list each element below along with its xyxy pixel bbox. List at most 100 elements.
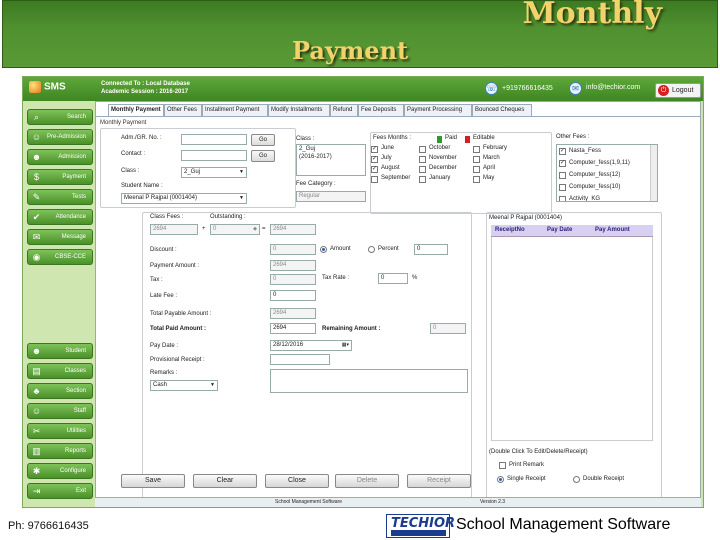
tab-monthly-payment[interactable]: Monthly Payment <box>108 104 164 116</box>
adm-label: Adm./GR. No. : <box>121 135 162 141</box>
month-checkbox[interactable] <box>473 156 480 163</box>
receipt-button[interactable]: Receipt <box>407 474 471 488</box>
amount-radio[interactable] <box>320 246 327 253</box>
pay-date-picker[interactable]: 28/12/2016 ▦▾ <box>270 340 352 351</box>
student-select[interactable]: Meenal P Rajpal (0001404) ▼ <box>121 193 247 204</box>
provisional-input[interactable] <box>270 354 330 365</box>
payment-mode-value: Cash <box>153 382 168 388</box>
month-checkbox[interactable] <box>371 176 378 183</box>
print-remark-label: Print Remark <box>509 462 545 468</box>
close-button[interactable]: Close <box>265 474 329 488</box>
tab-bounced-cheques[interactable]: Bounced Cheques <box>472 104 532 116</box>
month-checkbox[interactable]: ✓ <box>371 156 378 163</box>
col-receipt-no[interactable]: ReceiptNo <box>495 227 525 233</box>
adm-no-input[interactable] <box>181 134 247 145</box>
month-checkbox[interactable] <box>419 156 426 163</box>
other-fee-checkbox[interactable]: ✓ <box>559 160 566 167</box>
sidebar-item-search[interactable]: ⌕ Search <box>27 109 93 125</box>
sidebar-item-payment[interactable]: $ Payment <box>27 169 93 185</box>
tab-divider <box>96 116 700 117</box>
remaining-input[interactable]: 0 <box>430 323 466 334</box>
other-fee-checkbox[interactable] <box>559 196 566 201</box>
sidebar-item-label: Search <box>66 114 86 120</box>
logout-button[interactable]: ⏻ Logout <box>655 83 701 98</box>
class-fees-input[interactable]: 2694 <box>150 224 198 235</box>
sidebar-item-pre-admission[interactable]: ☺ Pre-Admission <box>27 129 93 145</box>
techior-logo: TECHIOR <box>386 514 455 538</box>
month-checkbox[interactable] <box>419 166 426 173</box>
percent-radio[interactable] <box>368 246 375 253</box>
month-checkbox[interactable] <box>473 146 480 153</box>
col-pay-date[interactable]: Pay Date <box>547 227 572 233</box>
month-label: February <box>483 145 508 151</box>
double-receipt-radio[interactable] <box>573 476 580 483</box>
sidebar-item-reports[interactable]: ▥ Reports <box>27 443 93 459</box>
sidebar-item-section[interactable]: ♣ Section <box>27 383 93 399</box>
class-list-item[interactable]: 2_Guj <box>299 145 365 153</box>
month-checkbox[interactable] <box>419 176 426 183</box>
print-remark-checkbox[interactable] <box>499 462 506 469</box>
delete-button[interactable]: Delete <box>335 474 399 488</box>
sidebar-item-tests[interactable]: ✎ Tests <box>27 189 93 205</box>
contact-go-button[interactable]: Go <box>251 150 275 162</box>
chevron-down-icon: ▼ <box>239 169 244 175</box>
month-checkbox[interactable] <box>473 176 480 183</box>
tab-installment-payment[interactable]: Installment Payment <box>202 104 268 116</box>
header-phone: +919766616435 <box>502 85 553 92</box>
month-checkbox[interactable]: ✓ <box>371 146 378 153</box>
other-fee-checkbox[interactable]: ✓ <box>559 148 566 155</box>
fee-category-input[interactable]: Regular <box>296 191 366 202</box>
tax-rate-input[interactable]: 0 <box>378 273 408 284</box>
month-checkbox[interactable] <box>419 146 426 153</box>
sidebar-item-student[interactable]: ☻ Student <box>27 343 93 359</box>
exit-icon: ⇥ <box>32 486 41 496</box>
other-fee-label: Computer_fess(1,9,11) <box>569 160 630 166</box>
payment-amount-input[interactable]: 2694 <box>270 260 316 271</box>
outstanding-input[interactable]: 0 ◆ <box>210 224 260 235</box>
total-paid-input[interactable]: 2694 <box>270 323 316 334</box>
save-button[interactable]: Save <box>121 474 185 488</box>
discount-value-input[interactable]: 0 <box>414 244 448 255</box>
tab-other-fees[interactable]: Other Fees <box>164 104 202 116</box>
other-fee-checkbox[interactable] <box>559 172 566 179</box>
total-payable-input[interactable]: 2694 <box>270 308 316 319</box>
total-input[interactable]: 2694 <box>270 224 316 235</box>
sidebar-item-staff[interactable]: ☺ Staff <box>27 403 93 419</box>
sidebar-item-message[interactable]: ✉ Message <box>27 229 93 245</box>
class-select[interactable]: 2_Guj ▼ <box>181 167 247 178</box>
sidebar-item-exit[interactable]: ⇥ Exit <box>27 483 93 499</box>
single-receipt-radio[interactable] <box>497 476 504 483</box>
tab-fee-deposits[interactable]: Fee Deposits <box>358 104 404 116</box>
remarks-textarea[interactable] <box>270 369 468 393</box>
power-icon: ⏻ <box>658 85 669 96</box>
payment-mode-select[interactable]: Cash ▼ <box>150 380 218 391</box>
other-fees-list[interactable]: ✓ Nasta_Fess ✓ Computer_fess(1,9,11) Compute… <box>556 144 658 202</box>
month-checkbox[interactable]: ✓ <box>371 166 378 173</box>
sidebar-item-label: Message <box>61 234 86 240</box>
other-fees-scrollbar[interactable] <box>650 145 657 201</box>
tab-refund[interactable]: Refund <box>330 104 358 116</box>
month-checkbox[interactable] <box>473 166 480 173</box>
receipts-grid-body[interactable] <box>491 237 653 441</box>
sidebar-item-label: Attendance <box>55 214 86 220</box>
clear-button[interactable]: Clear <box>193 474 257 488</box>
tab-payment-processing[interactable]: Payment Processing <box>404 104 472 116</box>
sidebar-item-cbse-cce[interactable]: ◉ CBSE-CCE <box>27 249 93 265</box>
sidebar-item-utilities[interactable]: ✂ Utilities <box>27 423 93 439</box>
other-fee-label: Activity_KG <box>569 196 601 202</box>
class-list-item[interactable]: (2016-2017) <box>299 153 365 161</box>
contact-input[interactable] <box>181 150 247 161</box>
tax-input[interactable]: 0 <box>270 274 316 285</box>
sidebar-item-attendance[interactable]: ✔ Attendance <box>27 209 93 225</box>
class-listbox[interactable]: 2_Guj (2016-2017) <box>296 144 366 176</box>
sidebar-item-configure[interactable]: ✱ Configure <box>27 463 93 479</box>
tab-modify-installments[interactable]: Modify Installments <box>268 104 330 116</box>
sidebar-item-classes[interactable]: ▤ Classes <box>27 363 93 379</box>
adm-go-button[interactable]: Go <box>251 134 275 146</box>
col-pay-amount[interactable]: Pay Amount <box>595 227 630 233</box>
other-fee-checkbox[interactable] <box>559 184 566 191</box>
discount-input[interactable]: 0 <box>270 244 316 255</box>
sidebar-item-admission[interactable]: ☻ Admission <box>27 149 93 165</box>
late-fee-input[interactable]: 0 <box>270 290 316 301</box>
chevron-down-icon: ▼ <box>210 382 215 388</box>
